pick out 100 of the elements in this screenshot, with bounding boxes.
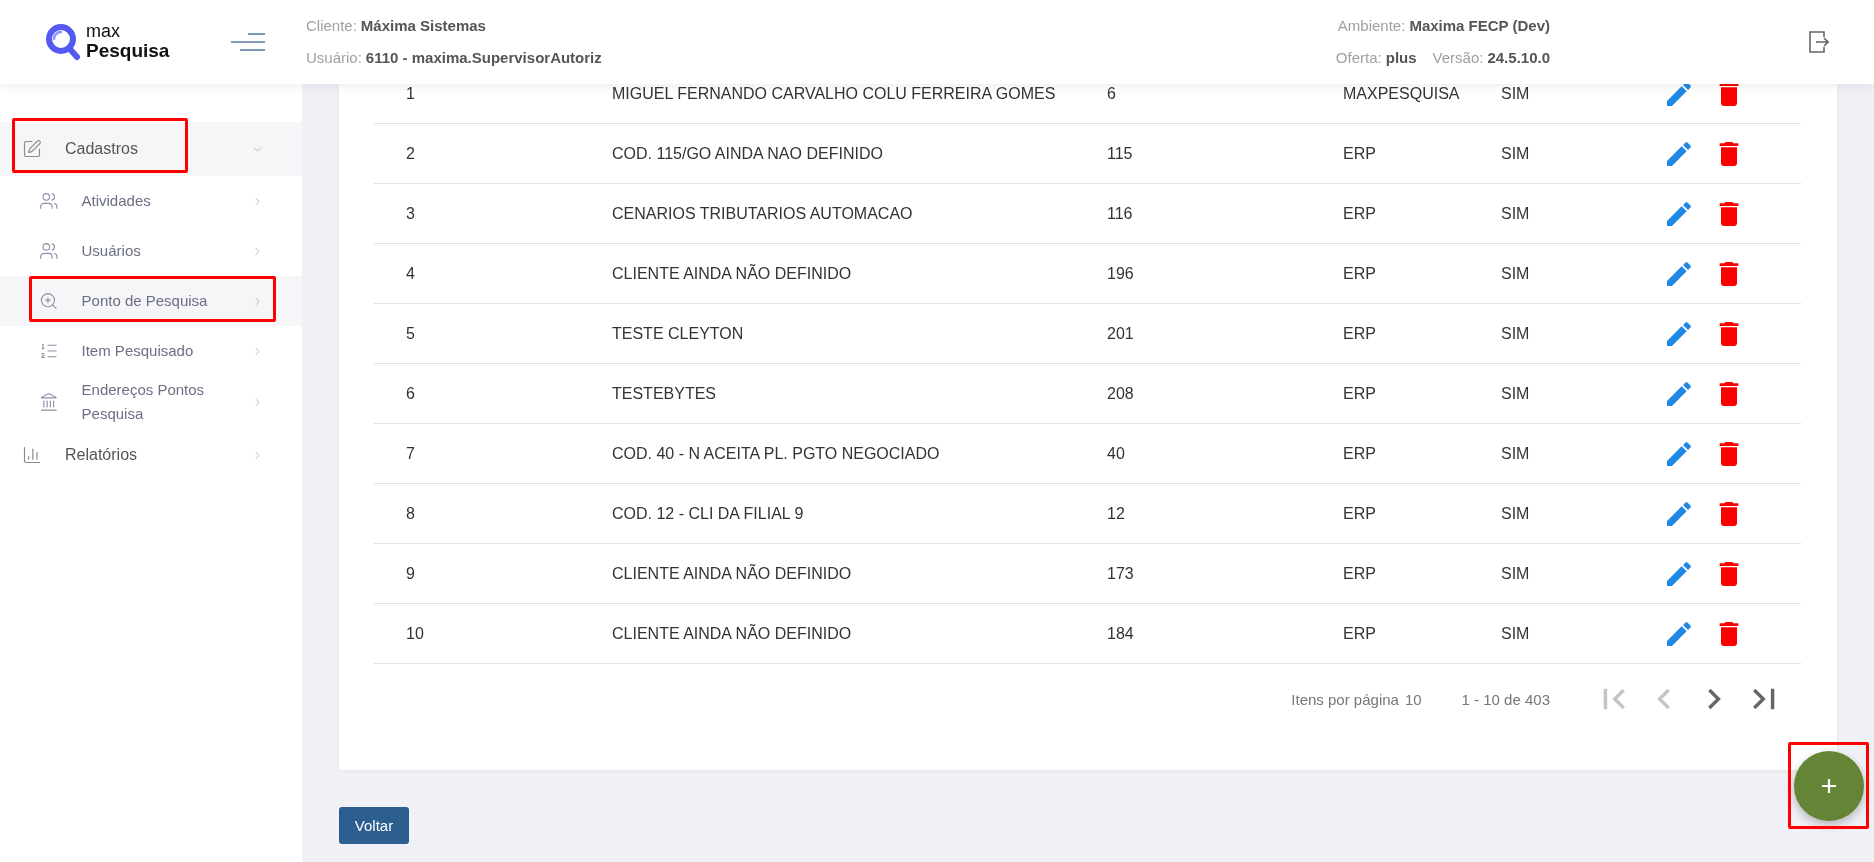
table-cell-text: 6 — [1107, 84, 1117, 103]
pencil-icon[interactable] — [1667, 321, 1691, 346]
table-cell-text: 5 — [405, 324, 416, 343]
table-cell-text: CLIENTE AINDA NÃO DEFINIDO — [612, 624, 853, 643]
trash-icon[interactable] — [1717, 321, 1741, 346]
zoom-in-icon — [39, 291, 59, 311]
table-cell-text: SIM — [1501, 264, 1531, 283]
pencil-icon[interactable] — [1667, 381, 1691, 406]
items-per-page-select[interactable]: 10 — [1404, 690, 1422, 708]
table-cell-text: 173 — [1107, 564, 1135, 583]
pencil-icon[interactable] — [1667, 561, 1691, 586]
trash-icon[interactable] — [1717, 201, 1741, 226]
table-cell-text: 6 — [405, 384, 416, 403]
table-cell-text: 2 — [405, 144, 416, 163]
table-cell-text: ERP — [1343, 504, 1377, 523]
table-cell-text: 201 — [1107, 324, 1135, 343]
table-cell-text: 8 — [405, 504, 416, 523]
table-cell-text: SIM — [1501, 324, 1531, 343]
table-cell-text: ERP — [1343, 264, 1377, 283]
info-value: Máxima Sistemas — [360, 16, 486, 36]
table-cell-text: 184 — [1107, 624, 1135, 643]
table-cell-text: 12 — [1107, 504, 1126, 523]
table-cell-text: TESTE CLEYTON — [612, 324, 745, 343]
trash-icon[interactable] — [1717, 381, 1741, 406]
table-cell-text: ERP — [1343, 324, 1377, 343]
trash-icon[interactable] — [1717, 261, 1741, 286]
table-cell-text: MIGUEL FERNANDO CARVALHO COLU FERREIRA GOMES — [612, 84, 1057, 103]
table-cell-text: ERP — [1343, 144, 1377, 163]
logout-icon[interactable] — [1809, 31, 1829, 53]
info-value: plus — [1385, 48, 1417, 68]
table-cell-text: SIM — [1501, 384, 1531, 403]
table-cell-text: SIM — [1501, 444, 1531, 463]
logo-icon — [45, 23, 81, 61]
table-cell-text: ERP — [1343, 624, 1377, 643]
table-cell-text: SIM — [1501, 84, 1531, 103]
table-cell-text: ERP — [1343, 384, 1377, 403]
pencil-icon[interactable] — [1667, 441, 1691, 466]
table-cell-text: 10 — [405, 624, 425, 643]
info-label: Oferta: — [1335, 48, 1382, 68]
pencil-icon[interactable] — [1667, 261, 1691, 286]
table-cell-text: SIM — [1501, 144, 1531, 163]
menu-icon[interactable] — [231, 33, 265, 51]
table-cell-text: ERP — [1343, 444, 1377, 463]
pencil-icon[interactable] — [1667, 141, 1691, 166]
trash-icon[interactable] — [1717, 561, 1741, 586]
table-cell-text: CENARIOS TRIBUTARIOS AUTOMACAO — [612, 204, 914, 223]
table-cell-text: MAXPESQUISA — [1343, 84, 1461, 103]
table-cell-text: 3 — [405, 204, 416, 223]
table-cell-text: 208 — [1107, 384, 1135, 403]
table-cell-text: SIM — [1501, 564, 1531, 583]
pencil-icon[interactable] — [1667, 501, 1691, 526]
trash-icon[interactable] — [1717, 141, 1741, 166]
table-cell-text: 116 — [1107, 204, 1134, 223]
trash-icon[interactable] — [1717, 621, 1741, 646]
pencil-icon[interactable] — [1667, 201, 1691, 226]
info-value: 24.5.10.0 — [1487, 48, 1550, 68]
table-cell-text: 196 — [1107, 264, 1135, 283]
last-page-icon[interactable] — [1752, 687, 1776, 711]
bar-chart-icon — [22, 445, 42, 465]
table-cell-text: SIM — [1501, 504, 1531, 523]
users-icon — [39, 191, 59, 211]
table-cell-text: 1 — [405, 84, 416, 103]
pencil-icon[interactable] — [1667, 84, 1691, 106]
trash-icon[interactable] — [1717, 84, 1741, 106]
logo-text: max — [86, 22, 121, 40]
add-button[interactable] — [1793, 750, 1864, 821]
users-icon — [39, 241, 59, 261]
table-cell-text: COD. 12 - CLI DA FILIAL 9 — [612, 504, 805, 523]
table-cell-text: ERP — [1343, 564, 1377, 583]
table-cell-text: 4 — [405, 264, 416, 283]
table-cell-text: 7 — [405, 444, 416, 463]
square-pen-icon — [22, 139, 42, 159]
table-cell-text: ERP — [1343, 204, 1377, 223]
trash-icon[interactable] — [1717, 441, 1741, 466]
landmark-icon — [39, 392, 59, 412]
logo-text: Pesquisa — [86, 40, 170, 62]
table-cell-text: COD. 40 - N ACEITA PL. PGTO NEGOCIADO — [612, 444, 941, 463]
table-cell-text: CLIENTE AINDA NÃO DEFINIDO — [612, 264, 853, 283]
table-cell-text: COD. 115/GO AINDA NAO DEFINIDO — [612, 144, 884, 163]
table-cell-text: 40 — [1107, 444, 1126, 463]
plus-icon — [1820, 777, 1837, 794]
info-label: Cliente: — [306, 16, 357, 36]
table-cell-text: 9 — [405, 564, 416, 583]
table-cell-text: SIM — [1501, 204, 1531, 223]
info-value: Maxima FECP (Dev) — [1409, 16, 1550, 36]
info-label: Versão: — [1432, 48, 1484, 68]
table-cell-text: SIM — [1501, 624, 1531, 643]
sidebar-subitem[interactable]: Ponto de Pesquisa — [0, 276, 302, 326]
table-cell-text: CLIENTE AINDA NÃO DEFINIDO — [612, 564, 853, 583]
trash-icon[interactable] — [1717, 501, 1741, 526]
page-range-text: 1 - 10 de 403 — [1461, 690, 1550, 708]
table-cell-text: 115 — [1107, 144, 1134, 163]
table-cell-text: TESTEBYTES — [612, 384, 718, 403]
info-label: Ambiente: — [1337, 16, 1406, 36]
items-per-page-label: Itens por página — [1291, 690, 1399, 708]
numbered-list-icon — [39, 341, 59, 361]
back-button[interactable]: Voltar — [339, 807, 409, 844]
pencil-icon[interactable] — [1667, 621, 1691, 646]
info-value: 6110 - maxima.SupervisorAutoriz — [365, 48, 602, 68]
info-label: Usuário: — [306, 48, 362, 68]
